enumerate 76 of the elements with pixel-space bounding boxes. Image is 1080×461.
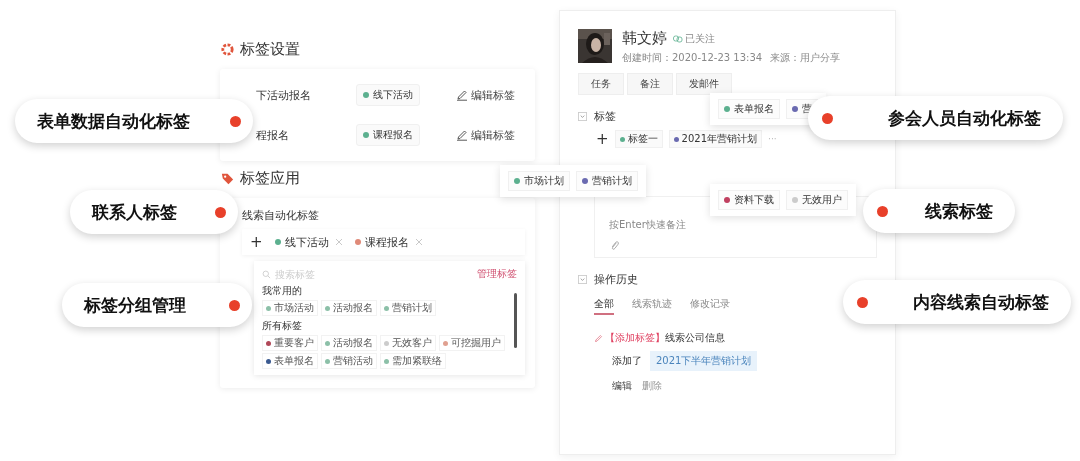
group-title: 所有标签 [262, 319, 303, 333]
meta-text: 创建时间：2020-12-23 13:34 [622, 51, 763, 65]
collapse-icon[interactable] [578, 275, 587, 284]
section-title: 操作历史 [594, 272, 638, 287]
action-button[interactable]: 备注 [627, 73, 673, 95]
entry-value: 2021下半年营销计划 [650, 351, 758, 371]
link-icon [673, 34, 683, 43]
close-icon[interactable] [414, 238, 423, 246]
history-tab[interactable]: 全部 [594, 295, 614, 315]
group-title: 我常用的 [262, 284, 303, 298]
follow-status[interactable]: 已关注 [673, 31, 715, 46]
tag: 营销计划 [576, 171, 638, 191]
tag-option[interactable]: 营销计划 [380, 300, 436, 316]
callout-label: 内容线索自动标签 [913, 290, 1049, 314]
contact-name: 韩文婷 [622, 29, 667, 48]
rule-name: 程报名 [255, 127, 290, 143]
meta-text: 来源：用户分享 [770, 51, 841, 65]
tag: 线下活动 [356, 84, 420, 106]
entry-label: 添加了 [612, 354, 642, 368]
close-icon[interactable] [334, 238, 343, 246]
field-label: 线索自动化标签 [242, 208, 320, 223]
edit-tag-button[interactable]: 编辑标签 [456, 87, 515, 103]
entry-title: 线索公司信息 [665, 331, 725, 345]
rule-name: 下活动报名 [255, 87, 312, 103]
tag-option[interactable]: 表单报名 [262, 353, 318, 369]
section-title: 标签设置 [240, 40, 300, 59]
tag: 2021年营销计划 [668, 130, 763, 148]
tag-option[interactable]: 活动报名 [321, 300, 377, 316]
add-button[interactable]: + [596, 130, 609, 148]
tag-option[interactable]: 重要客户 [262, 335, 318, 351]
marker-dot [857, 296, 868, 308]
tag: 市场计划 [508, 171, 570, 191]
history-tab[interactable]: 线索轨迹 [632, 295, 672, 315]
selected-tag: 课程报名 [354, 234, 409, 250]
tag: 无效用户 [786, 190, 848, 210]
collapse-icon[interactable] [578, 112, 587, 121]
callout-label: 联系人标签 [92, 200, 177, 224]
section-title: 标签应用 [240, 169, 300, 188]
tag: 表单报名 [718, 99, 780, 119]
tag-option[interactable]: 市场活动 [262, 300, 318, 316]
tag-option[interactable]: 需加紧联络 [380, 353, 446, 369]
marker-dot [215, 206, 226, 218]
tag-option[interactable]: 营销活动 [321, 353, 377, 369]
selected-tag: 线下活动 [274, 234, 329, 250]
pencil-icon [456, 129, 468, 141]
search-icon [262, 269, 271, 279]
tag-input-field[interactable]: + 线下活动 课程报名 [242, 229, 525, 255]
manage-tags-link[interactable]: 管理标签 [477, 267, 517, 281]
tag: 课程报名 [356, 124, 420, 146]
section-title: 标签 [594, 109, 616, 124]
marker-dot [230, 115, 241, 127]
entry-type: 【添加标签】 [605, 331, 665, 345]
action-button[interactable]: 任务 [578, 73, 624, 95]
marker-dot [822, 112, 833, 124]
marker-dot [877, 205, 888, 217]
pencil-icon [594, 333, 603, 343]
pencil-icon [456, 89, 468, 101]
action-button[interactable]: 发邮件 [676, 73, 732, 95]
tag-option[interactable]: 活动报名 [321, 335, 377, 351]
add-button[interactable]: + [250, 233, 263, 251]
scrollbar[interactable] [514, 293, 517, 348]
callout-label: 表单数据自动化标签 [37, 109, 190, 133]
gear-icon [220, 42, 235, 57]
tag: 资料下载 [718, 190, 780, 210]
edit-tag-button[interactable]: 编辑标签 [456, 127, 515, 143]
tag-icon [220, 171, 235, 186]
callout-label: 标签分组管理 [84, 293, 186, 317]
tag-option[interactable]: 无效客户 [380, 335, 436, 351]
marker-dot [229, 299, 240, 311]
tag: 标签一 [614, 130, 663, 148]
edit-button[interactable]: 编辑 [612, 379, 632, 393]
history-tab[interactable]: 修改记录 [690, 295, 730, 315]
tag-option[interactable]: 可挖掘用户 [439, 335, 505, 351]
paperclip-icon[interactable] [609, 240, 620, 251]
callout-label: 线索标签 [925, 199, 993, 223]
callout-label: 参会人员自动化标签 [888, 106, 1041, 130]
